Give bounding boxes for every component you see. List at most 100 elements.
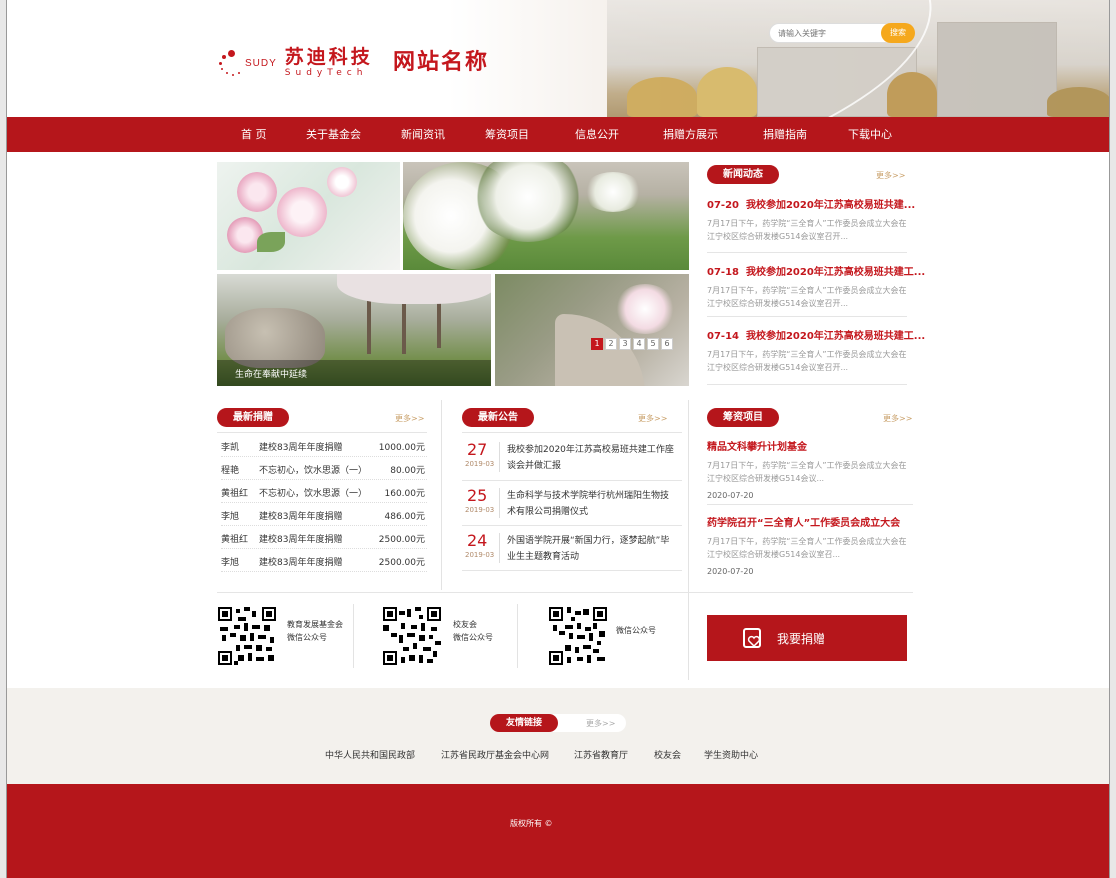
qr-code-alumni-icon — [383, 607, 441, 665]
notice-title[interactable]: 外国语学院开展“新国力行，逐梦起航”毕业生主题教育活动 — [507, 533, 677, 565]
banner-tile-pear-blossom — [403, 162, 689, 270]
news-section-title[interactable]: 新闻动态 — [707, 165, 779, 184]
news-title[interactable]: 我校参加2020年江苏高校易班共建... — [746, 200, 915, 211]
notice-item[interactable]: 24 2019-03 外国语学院开展“新国力行，逐梦起航”毕业生主题教育活动 — [459, 529, 683, 573]
donation-amount: 160.00元 — [384, 489, 426, 499]
nav-item-info[interactable]: 信息公开 — [575, 117, 619, 152]
friend-links-more[interactable]: 更多>> — [586, 718, 615, 729]
nav-item-about[interactable]: 关于基金会 — [306, 117, 361, 152]
nav-item-home[interactable]: 首 页 — [241, 117, 267, 152]
donate-heart-icon — [743, 628, 761, 648]
site-logo[interactable]: SUDY 苏迪科技 SudyTech — [219, 45, 373, 81]
news-title[interactable]: 我校参加2020年江苏高校易班共建工... — [746, 331, 925, 342]
notice-month: 2019-03 — [465, 506, 495, 514]
friend-links-title[interactable]: 友情链接 — [490, 714, 559, 732]
notice-title[interactable]: 生命科学与技术学院举行杭州瑞阳生物技术有限公司捐赠仪式 — [507, 488, 677, 520]
donations-section-title[interactable]: 最新捐赠 — [217, 408, 289, 427]
project-item[interactable]: 药学院召开“三全育人”工作委员会成立大会 7月17日下午，药学院“三全育人”工作… — [707, 514, 913, 576]
donor-name: 黄祖红 — [221, 535, 249, 545]
main-nav: 首 页 关于基金会 新闻资讯 筹资项目 信息公开 捐赠方展示 捐赠指南 下载中心 — [7, 117, 1109, 152]
donation-amount: 80.00元 — [390, 466, 425, 476]
logo-sudy-text: SUDY — [245, 57, 277, 69]
donations-more-link[interactable]: 更多>> — [395, 413, 424, 424]
banner-page-3[interactable]: 3 — [619, 338, 631, 350]
qr-caption-line2: 微信公众号 — [453, 633, 493, 642]
news-desc: 7月17日下午，药学院“三全育人”工作委员会成立大会在江宁校区综合研发楼G514… — [707, 350, 907, 372]
banner-tile-path — [495, 274, 689, 386]
qr-caption: 微信公众号 — [616, 624, 656, 637]
banner-page-1[interactable]: 1 — [591, 338, 603, 350]
notice-item[interactable]: 25 2019-03 生命科学与技术学院举行杭州瑞阳生物技术有限公司捐赠仪式 — [459, 484, 683, 528]
nav-item-donors[interactable]: 捐赠方展示 — [663, 117, 718, 152]
friend-link[interactable]: 中华人民共和国民政部 — [325, 748, 415, 761]
donation-amount: 2500.00元 — [378, 558, 425, 568]
project-item[interactable]: 精品文科攀升计划基金 7月17日下午，药学院“三全育人”工作委员会成立大会在江宁… — [707, 438, 913, 500]
friend-link[interactable]: 校友会 — [654, 748, 681, 761]
search-button[interactable]: 搜索 — [881, 23, 915, 43]
friend-link[interactable]: 学生资助中心 — [704, 748, 758, 761]
donation-row[interactable]: 李凯 建校83周年年度捐赠 1000.00元 — [221, 434, 427, 457]
donor-name: 程艳 — [221, 466, 240, 476]
site-name: 网站名称 — [393, 50, 490, 75]
banner-page-5[interactable]: 5 — [647, 338, 659, 350]
column-divider — [441, 400, 442, 590]
donation-item: 不忘初心，饮水思源（一） — [259, 466, 368, 476]
donate-button[interactable]: 我要捐赠 — [707, 615, 907, 661]
friend-links-section: 友情链接 更多>> 中华人民共和国民政部 江苏省民政厅基金会中心网 江苏省教育厅… — [7, 688, 1109, 784]
banner-carousel[interactable]: 生命在奉献中延续 — [217, 162, 689, 386]
notice-item[interactable]: 27 2019-03 我校参加2020年江苏高校易班共建工作座谈会并做汇报 — [459, 438, 683, 482]
project-desc: 7月17日下午，药学院“三全育人”工作委员会成立大会在江宁校区综合研发楼G514… — [707, 537, 907, 559]
logo-en-text: SudyTech — [284, 68, 368, 78]
qr-caption: 校友会 微信公众号 — [453, 618, 493, 644]
qr-caption-line1: 教育发展基金会 — [287, 620, 343, 629]
news-desc: 7月17日下午，药学院“三全育人”工作委员会成立大会在江宁校区综合研发楼G514… — [707, 219, 907, 241]
site-header: SUDY 苏迪科技 SudyTech 网站名称 搜索 — [7, 0, 1109, 117]
news-title[interactable]: 我校参加2020年江苏高校易班共建工... — [746, 267, 925, 278]
qr-code-foundation-icon — [218, 607, 276, 665]
news-item[interactable]: 07-18 我校参加2020年江苏高校易班共建工... 7月17日下午，药学院“… — [707, 263, 925, 310]
friend-link[interactable]: 江苏省教育厅 — [574, 748, 628, 761]
logo-cn-text: 苏迪科技 — [284, 46, 373, 68]
project-title[interactable]: 药学院召开“三全育人”工作委员会成立大会 — [707, 514, 913, 529]
projects-more-link[interactable]: 更多>> — [883, 413, 912, 424]
nav-item-download[interactable]: 下载中心 — [848, 117, 892, 152]
banner-page-4[interactable]: 4 — [633, 338, 645, 350]
donation-item: 建校83周年年度捐赠 — [259, 512, 343, 522]
projects-section-title[interactable]: 筹资项目 — [707, 408, 779, 427]
news-item[interactable]: 07-14 我校参加2020年江苏高校易班共建工... 7月17日下午，药学院“… — [707, 327, 925, 374]
donation-row[interactable]: 黄祖红 不忘初心，饮水思源（一） 160.00元 — [221, 480, 427, 503]
notice-title[interactable]: 我校参加2020年江苏高校易班共建工作座谈会并做汇报 — [507, 442, 677, 474]
donor-name: 李凯 — [221, 443, 240, 453]
nav-item-news[interactable]: 新闻资讯 — [401, 117, 445, 152]
donation-item: 建校83周年年度捐赠 — [259, 535, 343, 545]
friend-link[interactable]: 江苏省民政厅基金会中心网 — [441, 748, 549, 761]
notice-month: 2019-03 — [465, 551, 495, 559]
divider — [707, 504, 913, 505]
divider — [707, 252, 907, 253]
donation-amount: 2500.00元 — [378, 535, 425, 545]
divider — [462, 480, 682, 481]
donation-row[interactable]: 李旭 建校83周年年度捐赠 2500.00元 — [221, 549, 427, 572]
notices-more-link[interactable]: 更多>> — [638, 413, 667, 424]
banner-page-2[interactable]: 2 — [605, 338, 617, 350]
banner-page-6[interactable]: 6 — [661, 338, 673, 350]
notices-section-title[interactable]: 最新公告 — [462, 408, 534, 427]
banner-caption-text: 生命在奉献中延续 — [235, 370, 308, 380]
divider — [462, 570, 682, 571]
column-divider — [688, 400, 689, 680]
donor-name: 李旭 — [221, 558, 240, 568]
divider — [707, 384, 907, 385]
page-frame: SUDY 苏迪科技 SudyTech 网站名称 搜索 首 页 关于基金会 新闻资… — [6, 0, 1110, 878]
divider — [217, 432, 427, 433]
divider — [217, 592, 913, 593]
donation-row[interactable]: 程艳 不忘初心，饮水思源（一） 80.00元 — [221, 457, 427, 480]
donation-row[interactable]: 黄祖红 建校83周年年度捐赠 2500.00元 — [221, 526, 427, 549]
news-item[interactable]: 07-20 我校参加2020年江苏高校易班共建... 7月17日下午，药学院“三… — [707, 196, 915, 243]
donation-row[interactable]: 李旭 建校83周年年度捐赠 486.00元 — [221, 503, 427, 526]
nav-item-projects[interactable]: 筹资项目 — [485, 117, 529, 152]
search-input[interactable] — [778, 26, 878, 40]
project-title[interactable]: 精品文科攀升计划基金 — [707, 438, 913, 453]
nav-item-guide[interactable]: 捐赠指南 — [763, 117, 807, 152]
divider — [462, 432, 682, 433]
news-more-link[interactable]: 更多>> — [876, 170, 905, 181]
